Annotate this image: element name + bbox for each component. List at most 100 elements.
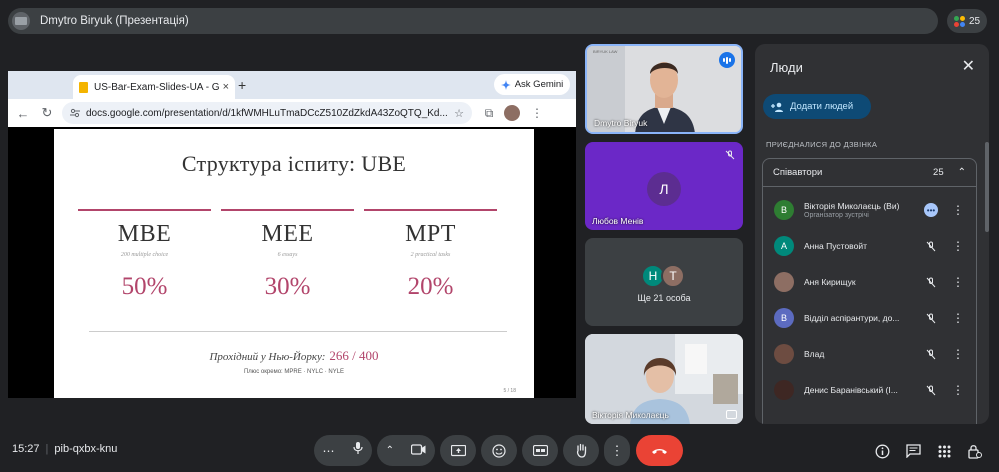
more-options-icon[interactable]: ⋮ — [952, 240, 964, 252]
present-screen-icon — [450, 444, 466, 456]
presentation-slide: Структура іспиту: UBE MBE 200 multiple c… — [54, 129, 534, 398]
muted-mic-icon — [723, 148, 737, 162]
top-bar: Dmytro Biryuk (Презентація) 25 — [0, 0, 999, 42]
presentation-chip[interactable]: Dmytro Biryuk (Презентація) — [8, 8, 938, 34]
raise-hand-button[interactable] — [563, 435, 599, 466]
more-vert-icon: ⋮ — [610, 442, 624, 458]
video-options-icon[interactable]: ⌃ — [386, 445, 394, 456]
more-options-icon[interactable]: ⋮ — [952, 312, 964, 324]
people-panel: Люди ✕ Додати людей ПРИЄДНАЛИСЯ ДО ДЗВІН… — [755, 44, 989, 424]
participant-tile-liubov[interactable]: Л Любов Менів — [585, 142, 743, 230]
more-options-icon[interactable]: ⋮ — [952, 204, 964, 216]
participants-icon — [953, 15, 965, 27]
people-count-button[interactable]: 25 — [947, 9, 987, 33]
add-person-icon — [771, 102, 783, 112]
add-people-button[interactable]: Додати людей — [763, 94, 871, 119]
muted-mic-icon — [924, 383, 938, 397]
exam-weight: 30% — [264, 273, 311, 300]
exam-code: MBE — [117, 221, 172, 247]
hand-icon — [576, 443, 586, 458]
ask-gemini-label: Ask Gemini — [514, 79, 564, 90]
slide-divider — [89, 331, 507, 332]
activities-icon[interactable] — [934, 441, 954, 461]
pin-icon[interactable] — [726, 410, 737, 419]
captions-button[interactable] — [522, 435, 558, 466]
present-screen-button[interactable] — [440, 435, 476, 466]
add-people-label: Додати людей — [790, 101, 854, 112]
back-icon[interactable]: ← — [14, 106, 32, 121]
participant-name: Анна Пустовойт — [804, 241, 867, 251]
participant-row[interactable]: В Відділ аспірантури, до... ⋮ — [763, 300, 978, 336]
hang-up-icon — [652, 448, 667, 454]
joined-section-label: ПРИЄДНАЛИСЯ ДО ДЗВІНКА — [766, 140, 878, 149]
participant-row[interactable]: Денис Баранівський (І... ⋮ — [763, 372, 978, 408]
chevron-up-icon[interactable]: ⌃ — [958, 167, 966, 178]
profile-avatar[interactable] — [504, 105, 520, 121]
more-options-button[interactable]: ⋮ — [604, 435, 630, 466]
audio-level-icon: ••• — [924, 203, 938, 217]
participant-avatar — [774, 272, 794, 292]
browser-toolbar: ← ↻ docs.google.com/presentation/d/1kfWM… — [8, 99, 576, 127]
clock-time: 15:27 — [12, 443, 40, 455]
group-label: Співавтори — [773, 167, 823, 178]
meeting-details-icon[interactable] — [872, 441, 892, 461]
slide-page-number: 5 / 18 — [503, 388, 516, 394]
company-watermark: BIRYUK LAW — [593, 49, 618, 54]
close-icon[interactable]: ✕ — [962, 56, 975, 76]
passing-score-line: Прохідний у Нью-Йорку: 266 / 400 — [54, 348, 534, 364]
more-options-icon[interactable]: ⋮ — [952, 276, 964, 288]
panel-title: Люди — [770, 60, 803, 75]
extensions-icon[interactable]: ⧉ — [480, 104, 498, 122]
microphone-icon[interactable] — [352, 441, 364, 460]
exam-description: 2 practical tasks — [410, 252, 451, 258]
speaking-indicator-icon — [719, 52, 735, 68]
tab-title: US-Bar-Exam-Slides-UA - Go — [94, 81, 219, 93]
reactions-button[interactable] — [481, 435, 517, 466]
participant-name: Вікторія Миколаєць — [592, 410, 669, 420]
group-count: 25 — [933, 167, 944, 178]
participant-tile-others[interactable]: Н Т Ще 21 особа — [585, 238, 743, 326]
host-controls-icon[interactable] — [965, 441, 985, 461]
column-rule — [78, 209, 211, 211]
participant-avatar: В — [774, 200, 794, 220]
audio-options-icon[interactable]: ⋯ — [323, 444, 335, 458]
more-options-icon[interactable]: ⋮ — [952, 384, 964, 396]
participant-row[interactable]: А Анна Пустовойт ⋮ — [763, 228, 978, 264]
chat-icon[interactable] — [903, 441, 923, 461]
presenter-label: Dmytro Biryuk (Презентація) — [40, 15, 189, 27]
column-rule — [221, 209, 354, 211]
participant-name-block: Вікторія Миколаєць (Ви) Організатор зустр… — [804, 201, 924, 219]
meeting-code: pib-qxbx-knu — [54, 443, 118, 455]
presenter-thumbnail — [12, 12, 30, 30]
muted-mic-icon — [924, 275, 938, 289]
ask-gemini-button[interactable]: Ask Gemini — [494, 74, 570, 95]
exam-weight: 20% — [407, 273, 454, 300]
browser-tab[interactable]: US-Bar-Exam-Slides-UA - Go × — [73, 75, 235, 99]
new-tab-icon[interactable]: + — [238, 77, 246, 93]
participant-name: Відділ аспірантури, до... — [804, 313, 900, 323]
participants-list: Співавтори 25 ⌃ В Вікторія Миколаєць (Ви… — [762, 158, 977, 424]
leave-call-button[interactable] — [636, 435, 683, 466]
reload-icon[interactable]: ↻ — [38, 105, 56, 121]
more-options-icon[interactable]: ⋮ — [952, 348, 964, 360]
participant-tile-self[interactable]: Вікторія Миколаєць — [585, 334, 743, 424]
participant-avatar: В — [774, 308, 794, 328]
contributors-group-header[interactable]: Співавтори 25 ⌃ — [763, 159, 976, 187]
muted-mic-icon — [924, 239, 938, 253]
camera-icon[interactable] — [411, 442, 426, 460]
participant-name: Аня Кирищук — [804, 277, 856, 287]
participant-avatar: Т — [661, 264, 685, 288]
address-bar[interactable]: docs.google.com/presentation/d/1kfWMHLuT… — [62, 102, 472, 124]
participant-name: Влад — [804, 349, 825, 359]
mic-control-group: ⋯ — [314, 435, 372, 466]
passing-score: 266 / 400 — [329, 348, 379, 363]
bookmark-star-icon[interactable]: ☆ — [454, 107, 464, 120]
tab-close-icon[interactable]: × — [223, 81, 229, 93]
exam-code: MEE — [261, 221, 314, 247]
participant-tile-presenter[interactable]: BIRYUK LAW Dmytro Biryuk — [585, 44, 743, 134]
browser-menu-icon[interactable]: ⋮ — [528, 104, 546, 122]
panel-scrollbar[interactable] — [985, 142, 989, 232]
participant-row[interactable]: Влад ⋮ — [763, 336, 978, 372]
participant-row[interactable]: В Вікторія Миколаєць (Ви) Організатор зус… — [763, 192, 978, 228]
participant-row[interactable]: Аня Кирищук ⋮ — [763, 264, 978, 300]
